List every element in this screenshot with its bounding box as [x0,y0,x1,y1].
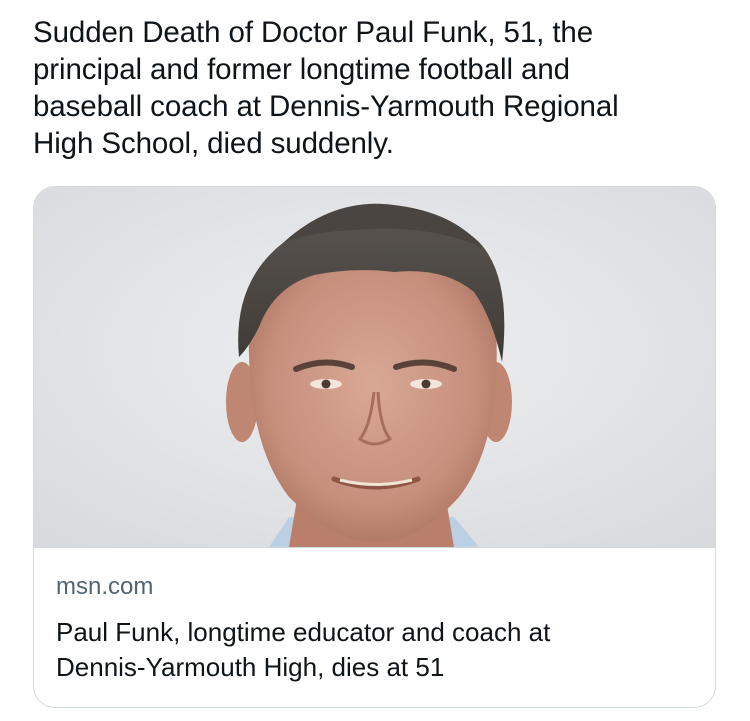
link-preview-card[interactable]: msn.com Paul Funk, longtime educator and… [33,186,716,708]
portrait-photo [34,187,715,547]
link-card-image[interactable] [34,187,715,548]
link-card-title[interactable]: Paul Funk, longtime educator and coach a… [56,615,696,685]
tweet-text: Sudden Death of Doctor Paul Funk, 51, th… [33,16,619,160]
link-card-domain[interactable]: msn.com [56,572,153,602]
